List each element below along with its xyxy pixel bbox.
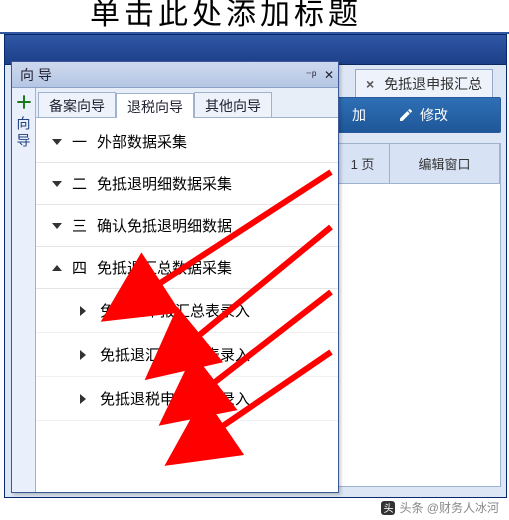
branch-label: 免抵退汇总数据采集 bbox=[97, 257, 232, 278]
toolbar: 加 修改 bbox=[335, 97, 501, 133]
edit-label: 修改 bbox=[420, 105, 448, 125]
wizard-icon bbox=[16, 94, 32, 110]
tree-leaf[interactable]: 免抵退汇总表附表录入 bbox=[36, 333, 338, 377]
grid-col-edit[interactable]: 编辑窗口 bbox=[390, 144, 500, 183]
branch-num: 四 bbox=[72, 257, 87, 278]
edit-button[interactable]: 修改 bbox=[382, 98, 464, 132]
wizard-tabs: 备案向导 退税向导 其他向导 bbox=[36, 88, 338, 118]
leaf-label: 免抵退汇总表附表录入 bbox=[100, 344, 250, 365]
watermark-icon: 头 bbox=[381, 501, 395, 515]
wizard-main: 备案向导 退税向导 其他向导 一 外部数据采集 二 免 bbox=[36, 88, 338, 492]
content: × 免抵退申报汇总 加 修改 1 页 编辑窗口 向 导 ⁻ᵖ ✕ bbox=[5, 65, 506, 497]
pin-icon[interactable]: ⁻ᵖ bbox=[302, 68, 320, 82]
branch-num: 三 bbox=[72, 215, 87, 236]
tree-branch-3[interactable]: 三 确认免抵退明细数据 bbox=[36, 205, 338, 247]
main-document-tab[interactable]: × 免抵退申报汇总 bbox=[355, 69, 493, 97]
wizard-side-label: 向导 bbox=[14, 116, 34, 150]
expand-icon bbox=[52, 139, 62, 145]
app-window: × 免抵退申报汇总 加 修改 1 页 编辑窗口 向 导 ⁻ᵖ ✕ bbox=[4, 34, 507, 498]
leaf-label: 免抵退税申报资料录入 bbox=[100, 388, 250, 409]
chevron-right-icon bbox=[80, 394, 86, 404]
wizard-side-tab[interactable]: 向导 bbox=[12, 88, 36, 492]
chevron-right-icon bbox=[80, 350, 86, 360]
close-icon[interactable]: ✕ bbox=[320, 68, 338, 82]
wizard-titlebar[interactable]: 向 导 ⁻ᵖ ✕ bbox=[12, 62, 338, 88]
add-label: 加 bbox=[352, 105, 366, 125]
tree-children-4: 免抵退申报汇总表录入 免抵退汇总表附表录入 免抵退税申报资料录入 bbox=[36, 289, 338, 427]
cropped-title: 单击此处添加标题 bbox=[0, 0, 509, 34]
main-tab-label: 免抵退申报汇总 bbox=[384, 76, 482, 92]
branch-label: 免抵退明细数据采集 bbox=[97, 173, 232, 194]
grid-header: 1 页 编辑窗口 bbox=[336, 144, 500, 184]
tree-leaf[interactable]: 免抵退申报汇总表录入 bbox=[36, 289, 338, 333]
data-grid: 1 页 编辑窗口 bbox=[335, 143, 501, 487]
wizard-tree: 一 外部数据采集 二 免抵退明细数据采集 三 确认免抵退明细数据 bbox=[36, 118, 338, 492]
close-icon[interactable]: × bbox=[366, 70, 374, 98]
branch-label: 外部数据采集 bbox=[97, 131, 187, 152]
wizard-title: 向 导 bbox=[20, 65, 52, 85]
tree-branch-2[interactable]: 二 免抵退明细数据采集 bbox=[36, 163, 338, 205]
branch-num: 二 bbox=[72, 173, 87, 194]
tab-备案向导[interactable]: 备案向导 bbox=[38, 92, 116, 117]
add-button[interactable]: 加 bbox=[336, 98, 382, 132]
collapse-icon bbox=[52, 265, 62, 271]
tree-branch-4[interactable]: 四 免抵退汇总数据采集 bbox=[36, 247, 338, 289]
branch-num: 一 bbox=[72, 131, 87, 152]
watermark: 头头条 @财务人冰河 bbox=[381, 499, 499, 516]
branch-label: 确认免抵退明细数据 bbox=[97, 215, 232, 236]
grid-col-page[interactable]: 1 页 bbox=[336, 144, 390, 183]
leaf-label: 免抵退申报汇总表录入 bbox=[100, 300, 250, 321]
tree-leaf[interactable]: 免抵退税申报资料录入 bbox=[36, 377, 338, 421]
tab-退税向导[interactable]: 退税向导 bbox=[116, 93, 194, 118]
tree-branch-1[interactable]: 一 外部数据采集 bbox=[36, 121, 338, 163]
expand-icon bbox=[52, 223, 62, 229]
wizard-panel: 向 导 ⁻ᵖ ✕ 向导 备案向导 退税向导 其他向导 bbox=[11, 61, 339, 493]
chevron-right-icon bbox=[80, 306, 86, 316]
expand-icon bbox=[52, 181, 62, 187]
tab-其他向导[interactable]: 其他向导 bbox=[194, 92, 272, 117]
edit-icon bbox=[398, 107, 414, 123]
